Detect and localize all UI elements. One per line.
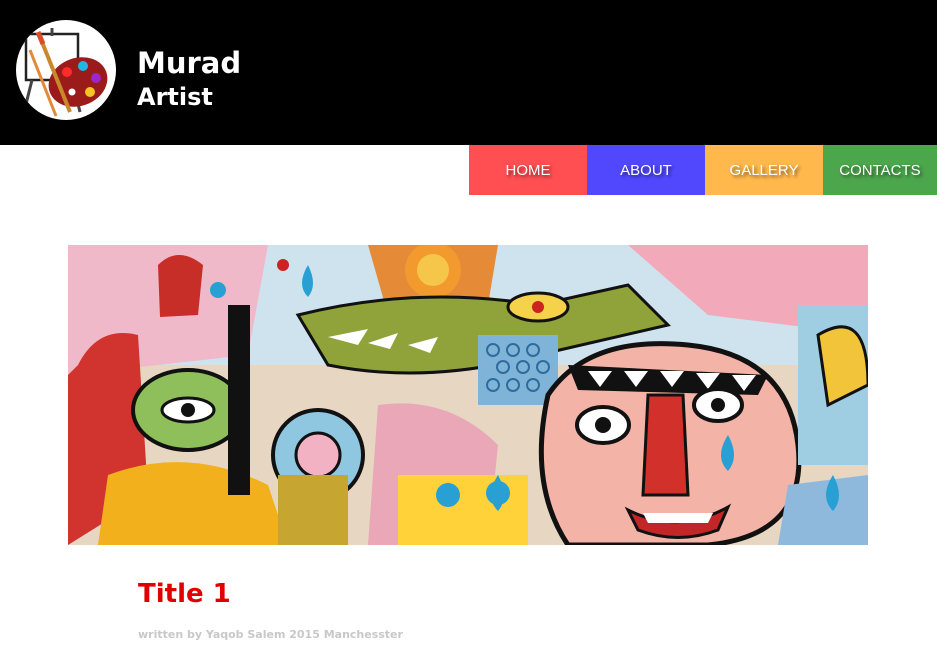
post-title[interactable]: Title 1 xyxy=(138,578,231,610)
graffiti-artwork xyxy=(68,245,868,545)
site-header: Murad Artist xyxy=(0,0,937,145)
brand-subtitle: Artist xyxy=(137,83,213,111)
nav-contacts-link[interactable]: CONTACTS xyxy=(823,145,937,195)
nav-gallery-link[interactable]: GALLERY xyxy=(705,145,823,195)
nav-about-link[interactable]: ABOUT xyxy=(587,145,705,195)
palette-easel-icon xyxy=(22,28,108,117)
main-nav: HOME ABOUT GALLERY CONTACTS xyxy=(469,145,937,195)
brand-name: Murad xyxy=(137,46,242,80)
logo[interactable] xyxy=(16,20,116,120)
post-byline: written by Yaqob Salem 2015 Manchesster xyxy=(138,628,403,641)
hero-image xyxy=(68,245,868,545)
nav-home-link[interactable]: HOME xyxy=(469,145,587,195)
